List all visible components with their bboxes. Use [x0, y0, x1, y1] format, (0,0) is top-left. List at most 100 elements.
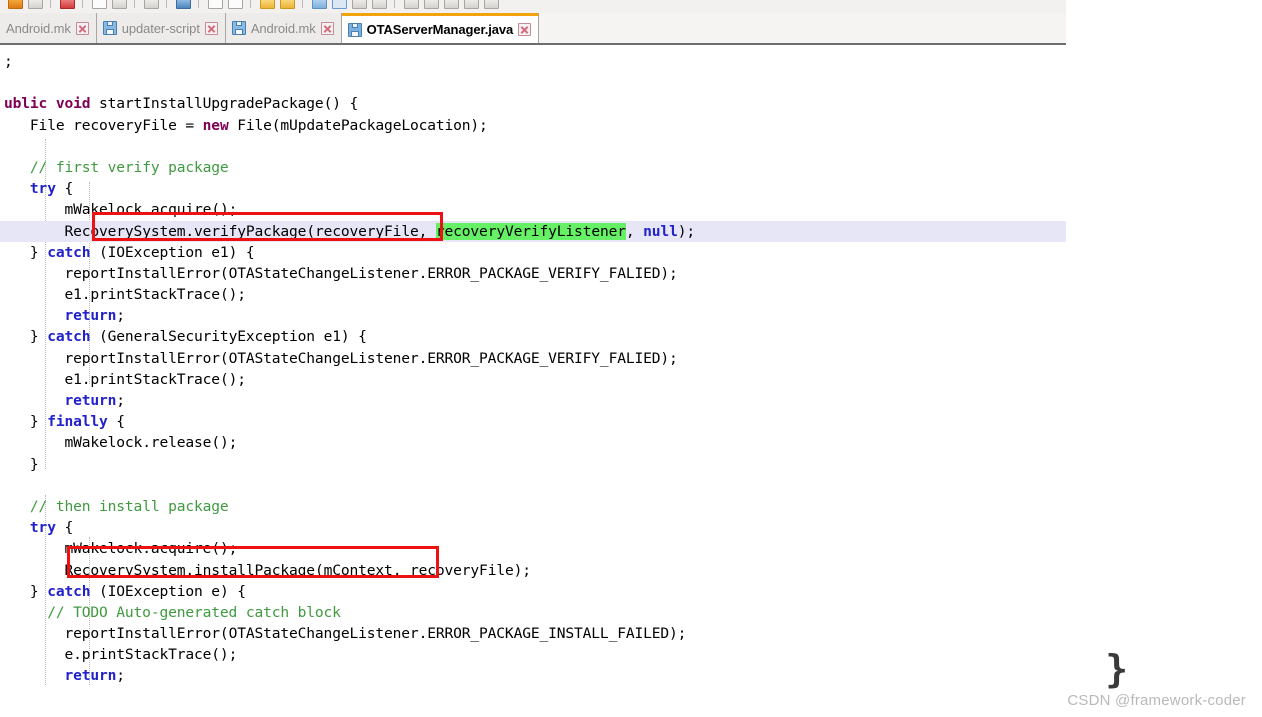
code-line: RecoverySystem.verifyPackage(recoveryFil… [0, 220, 1066, 242]
code-editor[interactable]: ; ublic void startInstallUpgradePackage(… [0, 47, 1066, 686]
toolbar-separator [134, 0, 135, 8]
editor-tab-label: updater-script [121, 20, 200, 36]
code-line: // TODO Auto-generated catch block [47, 603, 341, 621]
watermark-text: CSDN @framework-coder [1067, 692, 1246, 709]
debug-icon[interactable] [58, 0, 75, 10]
next-annotation-icon-glyph [208, 0, 223, 9]
code-line: ; [4, 53, 13, 70]
code-line: return; [64, 307, 125, 325]
editor-tab-label: Android.mk [6, 20, 71, 36]
toolbar-separator [198, 0, 199, 8]
code-line: try { [29, 180, 74, 198]
close-view-icon[interactable] [482, 0, 499, 10]
maximize-icon-glyph [444, 0, 459, 9]
editor-tab-bar: Android.mk updater-script Android.mk OTASer… [0, 13, 1066, 45]
editor-tab-label: Android.mk [250, 20, 316, 36]
perspective-icon-glyph [332, 0, 347, 9]
external-tools-icon[interactable] [110, 0, 127, 10]
view-menu-icon[interactable] [402, 0, 419, 10]
view-menu-icon-glyph [404, 0, 419, 9]
code-line: RecoverySystem.installPackage(mContext, … [64, 561, 531, 579]
minimize-icon-glyph [424, 0, 439, 9]
prev-annotation-icon-glyph [228, 0, 243, 9]
forward-icon-glyph [260, 0, 275, 9]
new-icon[interactable] [142, 0, 159, 10]
code-line: return; [64, 667, 125, 685]
save-all-icon-glyph [28, 0, 43, 9]
code-line: } catch (IOException e) { [4, 582, 246, 600]
save-icon[interactable] [6, 0, 23, 10]
file-save-icon [231, 21, 246, 35]
external-tools-icon-glyph [112, 0, 127, 9]
last-edit-icon[interactable] [310, 0, 327, 10]
code-line: File recoveryFile = new File(mUpdatePack… [29, 116, 488, 134]
run-icon[interactable] [90, 0, 107, 10]
save-all-icon[interactable] [26, 0, 43, 10]
editor-tabs: Android.mk updater-script Android.mk OTASer… [0, 13, 1066, 43]
toolbar [0, 0, 1066, 14]
maximize-icon[interactable] [442, 0, 459, 10]
close-icon[interactable] [320, 21, 334, 35]
file-save-icon [347, 22, 362, 37]
code-line: } catch (IOException e1) { [4, 243, 255, 261]
code-line: reportInstallError(OTAStateChangeListene… [64, 264, 678, 282]
source-code[interactable]: ; ublic void startInstallUpgradePackage(… [0, 47, 1066, 686]
close-icon[interactable] [518, 23, 532, 36]
editor-tab-android-mk[interactable]: Android.mk [225, 13, 342, 43]
toolbar-separator [394, 0, 395, 8]
code-line: mWakelock.acquire(); [64, 201, 238, 219]
code-line: } finally { [4, 413, 125, 431]
java-perspective-icon-glyph [372, 0, 387, 9]
close-icon[interactable] [75, 21, 89, 35]
save-icon-glyph [8, 0, 23, 9]
code-line: e1.printStackTrace(); [64, 286, 246, 304]
search-icon-glyph [176, 0, 191, 9]
code-line: } [4, 455, 39, 473]
close-view-icon-glyph [484, 0, 499, 9]
closing-brace-glyph: } [1105, 647, 1129, 691]
code-line: e1.printStackTrace(); [64, 370, 246, 388]
back-icon-glyph [280, 0, 295, 9]
code-line: return; [64, 392, 125, 409]
restore-icon[interactable] [462, 0, 479, 10]
code-line: e.printStackTrace(); [64, 646, 238, 664]
toolbar-separator [82, 0, 83, 8]
open-perspective-icon[interactable] [350, 0, 367, 10]
editor-tab-updater-script[interactable]: updater-script [96, 13, 226, 43]
run-icon-glyph [92, 0, 107, 9]
code-line: mWakelock.acquire(); [64, 540, 238, 558]
editor-window: Android.mk updater-script Android.mk OTASer… [0, 0, 1066, 686]
next-annotation-icon[interactable] [206, 0, 223, 10]
code-line: // first verify package [29, 158, 229, 176]
open-perspective-icon-glyph [352, 0, 367, 9]
code-line: ublic void startInstallUpgradePackage() … [4, 95, 359, 113]
toolbar-separator [302, 0, 303, 8]
file-save-icon [102, 21, 117, 35]
last-edit-icon-glyph [312, 0, 327, 9]
prev-annotation-icon[interactable] [226, 0, 243, 10]
editor-tab-android-mk[interactable]: Android.mk [0, 13, 97, 43]
toolbar-buttons [6, 0, 499, 12]
code-line: mWakelock.release(); [64, 434, 238, 452]
restore-icon-glyph [464, 0, 479, 9]
toolbar-separator [250, 0, 251, 8]
minimize-icon[interactable] [422, 0, 439, 10]
editor-tab-label: OTAServerManager.java [366, 22, 514, 37]
debug-icon-glyph [60, 0, 75, 9]
search-icon[interactable] [174, 0, 191, 10]
perspective-icon[interactable] [330, 0, 347, 10]
new-icon-glyph [144, 0, 159, 9]
toolbar-separator [50, 0, 51, 8]
code-line: try { [29, 519, 74, 537]
forward-icon[interactable] [258, 0, 275, 10]
editor-tab-otaservermanager-java[interactable]: OTAServerManager.java [341, 13, 540, 43]
close-icon[interactable] [204, 21, 218, 35]
toolbar-separator [166, 0, 167, 8]
code-line: // then install package [29, 497, 229, 515]
code-line: reportInstallError(OTAStateChangeListene… [64, 349, 678, 367]
back-icon[interactable] [278, 0, 295, 10]
java-perspective-icon[interactable] [370, 0, 387, 10]
